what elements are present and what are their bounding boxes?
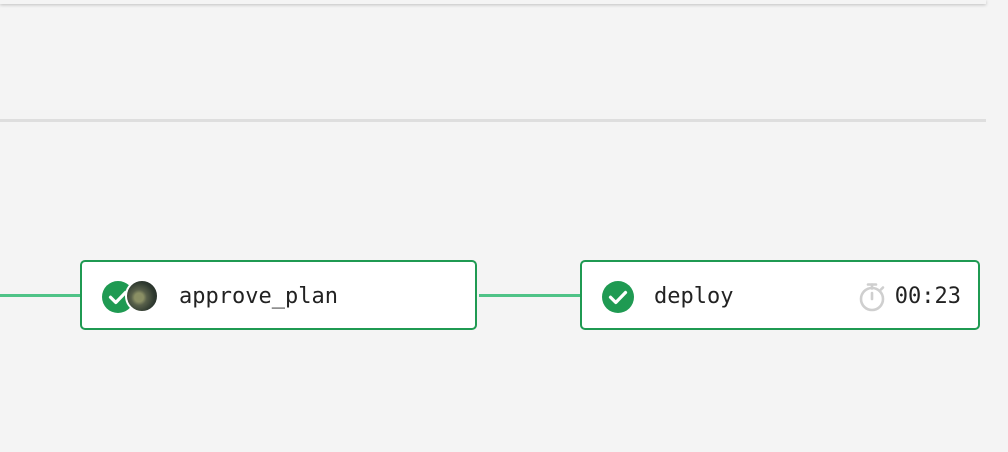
job-card-deploy[interactable]: deploy 00:23 <box>580 260 980 330</box>
header-shadow <box>0 0 986 4</box>
job-duration: 00:23 <box>857 282 961 312</box>
workflow-connector-middle <box>479 294 581 297</box>
section-divider <box>0 119 986 122</box>
job-name: approve_plan <box>179 284 338 309</box>
check-circle-icon <box>602 281 634 313</box>
timer-icon <box>859 283 885 312</box>
duration-text: 00:23 <box>894 284 961 309</box>
job-name: deploy <box>654 284 734 309</box>
workflow-connector-left <box>0 294 81 297</box>
job-card-approve-plan[interactable]: approve_plan <box>80 260 477 330</box>
avatar <box>125 279 159 313</box>
